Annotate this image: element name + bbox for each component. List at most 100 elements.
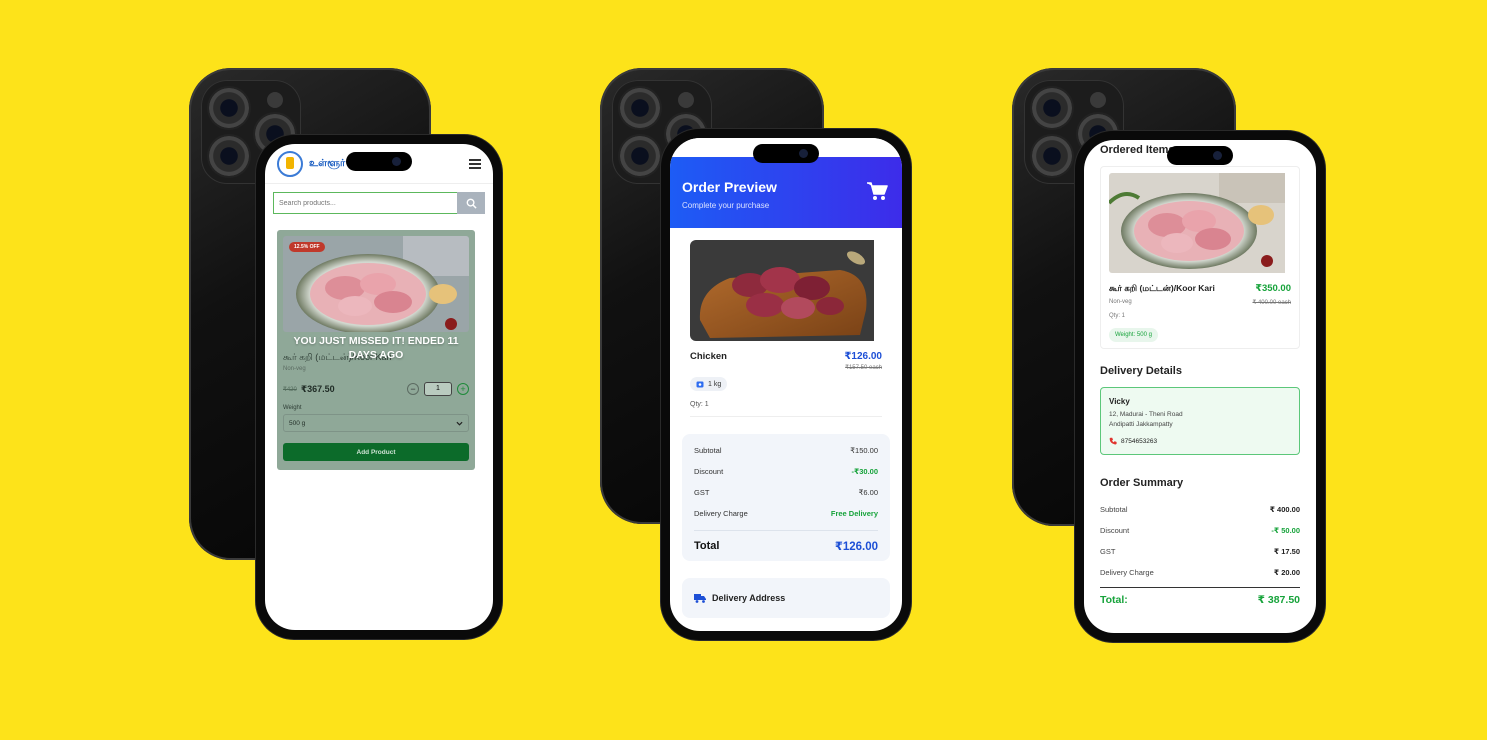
decrement-button[interactable]: − (407, 383, 419, 395)
summary-row: Delivery Charge Free Delivery (694, 503, 878, 524)
summary-value: -₹30.00 (851, 467, 878, 476)
screen-order-summary: Ordered Items கூர் கறி (மட்டன்)/Koor Kar… (1084, 140, 1316, 633)
delivery-details-card: Vicky 12, Madurai - Theni Road Andipatti… (1100, 387, 1300, 455)
order-preview-header: Order Preview Complete your purchase (670, 157, 902, 228)
summary-value: ₹ 17.50 (1273, 547, 1300, 556)
total-value: ₹ 387.50 (1257, 594, 1300, 606)
total-label: Total: (1100, 594, 1128, 606)
item-qty: Qty: 1 (690, 401, 882, 417)
order-item: Chicken ₹126.00 ₹157.50 each 1 kg Qty: 1 (670, 240, 902, 417)
screen-product-list: உள்ளூர் Search products... 12.5% OFF YOU… (265, 144, 493, 630)
phone-icon (1109, 437, 1117, 445)
item-each-price: ₹157.50 each (845, 365, 882, 371)
increment-button[interactable]: + (457, 383, 469, 395)
address-line-1: 12, Madurai - Theni Road (1109, 411, 1183, 418)
order-summary-heading: Order Summary (1100, 477, 1184, 489)
product-image (690, 240, 882, 341)
item-weight: 1 kg (708, 380, 722, 388)
phone-row: 8754653263 (1109, 437, 1291, 445)
summary-label: Subtotal (1100, 505, 1128, 514)
summary-label: Subtotal (694, 446, 722, 455)
summary-row: GST ₹ 17.50 (1100, 541, 1300, 562)
summary-value: ₹ 400.00 (1269, 505, 1300, 514)
item-row: Chicken ₹126.00 ₹157.50 each (690, 351, 882, 371)
search-button[interactable] (457, 192, 485, 214)
discount-badge: 12.5% OFF (289, 242, 325, 252)
summary-value: ₹ 20.00 (1273, 568, 1300, 577)
item-row: கூர் கறி (மட்டன்)/Koor Kari Non-veg Qty:… (1109, 283, 1291, 319)
total-row: Total ₹126.00 (694, 530, 878, 553)
expired-overlay-message: YOU JUST MISSED IT! ENDED 11 DAYS AGO (293, 335, 459, 361)
phone-front-2: Order Preview Complete your purchase Chi… (661, 129, 911, 640)
summary-label: Discount (1100, 526, 1130, 535)
weight-select[interactable]: 500 g (283, 414, 469, 432)
summary-row: Discount -₹30.00 (694, 461, 878, 482)
total-value: ₹126.00 (834, 541, 878, 553)
summary-row: GST ₹6.00 (694, 482, 878, 503)
search-input[interactable] (273, 192, 457, 214)
summary-label: Discount (694, 467, 724, 476)
quantity-value[interactable]: 1 (424, 382, 452, 396)
quantity-stepper: − 1 + (407, 382, 469, 396)
phone-front-3: Ordered Items கூர் கறி (மட்டன்)/Koor Kar… (1075, 131, 1325, 642)
brand-name: உள்ளூர் (309, 157, 346, 169)
search-icon (466, 198, 477, 209)
product-image (1109, 173, 1291, 273)
summary-label: Delivery Charge (694, 509, 748, 518)
product-category: Non-veg (283, 366, 306, 372)
cart-icon[interactable] (866, 181, 888, 201)
item-qty: Qty: 1 (1109, 313, 1126, 319)
phone-front-1: உள்ளூர் Search products... 12.5% OFF YOU… (256, 135, 502, 639)
customer-name: Vicky (1109, 397, 1130, 406)
original-price: ₹420 (283, 386, 297, 393)
summary-row: Delivery Charge ₹ 20.00 (1100, 562, 1300, 583)
page-title: Order Preview (682, 179, 777, 195)
page-subtitle: Complete your purchase (682, 201, 770, 210)
summary-row: Subtotal ₹150.00 (694, 440, 878, 461)
delivery-details-heading: Delivery Details (1100, 365, 1182, 377)
search-bar (273, 192, 485, 214)
weight-chip: Weight: 500 g (1109, 328, 1158, 342)
item-name: கூர் கறி (மட்டன்)/Koor Kari (1109, 283, 1215, 293)
truck-icon (694, 594, 706, 603)
summary-value: Free Delivery (830, 509, 878, 518)
summary-row: Discount -₹ 50.00 (1100, 520, 1300, 541)
dynamic-island (753, 144, 819, 163)
item-name: Chicken (690, 351, 727, 362)
hamburger-menu-icon[interactable] (469, 158, 481, 169)
customer-phone: 8754653263 (1121, 437, 1158, 445)
weight-icon (696, 381, 704, 388)
summary-label: GST (694, 488, 710, 497)
item-price: ₹126.00 (844, 351, 882, 362)
dynamic-island (346, 152, 412, 171)
chevron-down-icon (456, 421, 463, 426)
item-price: ₹350.00 (1255, 283, 1291, 294)
add-product-button[interactable]: Add Product (283, 443, 469, 461)
item-category: Non-veg (1109, 299, 1132, 305)
summary-label: GST (1100, 547, 1116, 556)
logo-icon[interactable] (277, 150, 303, 177)
summary-row: Subtotal ₹ 400.00 (1100, 499, 1300, 520)
order-summary: Subtotal ₹ 400.00 Discount -₹ 50.00 GST ₹ 1… (1100, 499, 1300, 606)
summary-value: ₹150.00 (850, 446, 878, 455)
address-line-2: Andipatti Jakkampatty (1109, 421, 1173, 428)
dynamic-island (1167, 146, 1233, 165)
product-card: 12.5% OFF YOU JUST MISSED IT! ENDED 11 D… (277, 230, 475, 470)
summary-label: Delivery Charge (1100, 568, 1154, 577)
weight-label: Weight (283, 405, 302, 411)
summary-value: -₹ 50.00 (1271, 526, 1300, 535)
product-image: 12.5% OFF (283, 236, 469, 332)
delivery-address-section[interactable]: Delivery Address (682, 578, 890, 618)
total-row: Total: ₹ 387.50 (1100, 587, 1300, 606)
summary-value: ₹6.00 (858, 488, 878, 497)
price-row: ₹420 ₹367.50 − 1 + (283, 382, 469, 396)
price-summary: Subtotal ₹150.00 Discount -₹30.00 GST ₹6.00… (682, 434, 890, 561)
item-each-price: ₹ 400.00 each (1252, 300, 1291, 306)
ordered-item-card: கூர் கறி (மட்டன்)/Koor Kari Non-veg Qty:… (1100, 166, 1300, 349)
weight-chip: 1 kg (690, 377, 728, 391)
weight-selected-value: 500 g (289, 419, 306, 427)
screen-order-preview: Order Preview Complete your purchase Chi… (670, 138, 902, 631)
delivery-address-heading: Delivery Address (712, 593, 786, 603)
sale-price: ₹367.50 (300, 383, 335, 394)
total-label: Total (694, 540, 720, 552)
